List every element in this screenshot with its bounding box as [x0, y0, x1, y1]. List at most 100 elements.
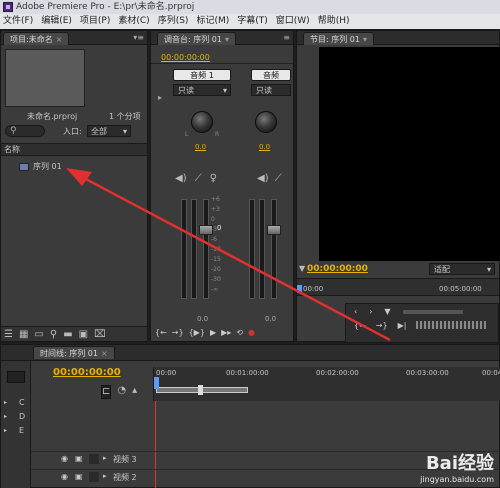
- keyframe-icon[interactable]: ◔: [117, 385, 126, 399]
- list-item[interactable]: 序列 01: [19, 161, 62, 173]
- expand-arrow-icon[interactable]: ▸: [103, 472, 107, 480]
- panel-menu-icon[interactable]: ≡: [283, 33, 290, 42]
- lock-icon[interactable]: ▣: [75, 454, 83, 463]
- snap-icon[interactable]: ⊏: [101, 385, 112, 399]
- menu-bar: 文件(F) 编辑(E) 项目(P) 素材(C) 序列(S) 标记(M) 字幕(T…: [0, 14, 500, 29]
- track2-pan-knob[interactable]: [255, 111, 277, 133]
- search-input[interactable]: ⚲: [5, 125, 45, 137]
- side-letter: D: [19, 412, 26, 421]
- track2-fader-handle[interactable]: [267, 225, 281, 235]
- menu-title[interactable]: 字幕(T): [237, 14, 268, 29]
- marker-icon[interactable]: ▴: [132, 385, 137, 399]
- track2-mode-dropdown[interactable]: 只读: [251, 84, 291, 96]
- timeline-tool-icons: ⊏ ◔ ▴: [101, 385, 137, 399]
- menu-help[interactable]: 帮助(H): [318, 14, 350, 29]
- mixer-timecode[interactable]: 00:00:00:00: [161, 53, 210, 62]
- go-to-out-icon[interactable]: →}: [172, 328, 184, 337]
- play-icon[interactable]: ▶: [210, 328, 216, 337]
- icon-view-icon[interactable]: ▦: [19, 329, 28, 340]
- name-column-header[interactable]: 名称: [1, 143, 147, 156]
- eye-icon[interactable]: ◉: [61, 472, 68, 481]
- solo-icon[interactable]: ⟋: [275, 173, 282, 185]
- menu-file[interactable]: 文件(F): [3, 14, 33, 29]
- program-timecode[interactable]: 00:00:00:00: [307, 264, 368, 274]
- expand-arrow-icon[interactable]: ▸: [103, 454, 107, 462]
- track2-pan-value[interactable]: 0.0: [259, 143, 270, 151]
- track-toggle[interactable]: [89, 472, 99, 482]
- marker-icon[interactable]: ▼: [299, 264, 305, 273]
- program-ruler[interactable]: 00:00 00:05:00:00: [297, 278, 499, 296]
- go-to-in-icon[interactable]: {←: [354, 321, 366, 330]
- eye-icon[interactable]: ◉: [61, 454, 68, 463]
- chevron-down-icon: ▾: [486, 265, 491, 274]
- list-view-icon[interactable]: ☰: [4, 329, 13, 340]
- chevron-down-icon[interactable]: ▾: [225, 35, 229, 44]
- menu-edit[interactable]: 编辑(E): [41, 14, 72, 29]
- go-to-in-icon[interactable]: {←: [155, 328, 167, 337]
- speaker-icon[interactable]: ◀): [175, 173, 187, 185]
- loop-icon[interactable]: ⟲: [236, 328, 243, 337]
- go-to-out-icon[interactable]: →}: [376, 321, 388, 330]
- solo-icon[interactable]: ⟋: [195, 173, 202, 185]
- new-item-icon[interactable]: ▣: [79, 329, 88, 340]
- track1-mode-value: 只读: [178, 86, 194, 95]
- selection-tool-button[interactable]: [7, 371, 25, 383]
- zoom-slider-handle[interactable]: [198, 385, 203, 395]
- playhead-marker[interactable]: [154, 377, 159, 389]
- ruler-start-label: 00:00: [303, 285, 324, 293]
- speaker-icon[interactable]: ◀): [257, 173, 269, 185]
- track1-pan-knob[interactable]: [191, 111, 213, 133]
- menu-clip[interactable]: 素材(C): [118, 14, 149, 29]
- close-icon[interactable]: ×: [101, 349, 108, 358]
- track1-pan-value[interactable]: 0.0: [195, 143, 206, 151]
- tab-audio-mixer-label: 调音台: 序列 01: [164, 35, 222, 44]
- fit-dropdown[interactable]: 适配 ▾: [429, 263, 495, 275]
- knob-left-label: L: [185, 131, 189, 138]
- tab-timeline[interactable]: 时间线: 序列 01 ×: [33, 346, 115, 359]
- track-toggle[interactable]: [89, 454, 99, 464]
- close-icon[interactable]: ×: [56, 35, 63, 44]
- program-video-area[interactable]: [319, 47, 500, 261]
- tab-program[interactable]: 节目: 序列 01 ▾: [303, 32, 374, 45]
- track1-meter-left: [181, 199, 187, 299]
- add-marker-icon[interactable]: ▼: [384, 307, 390, 316]
- automate-icon[interactable]: ▭: [34, 329, 43, 340]
- timeline-timecode[interactable]: 00:00:00:00: [53, 367, 121, 378]
- timeline-ruler[interactable]: 00:00 00:01:00:00 00:02:00:00 00:03:00:0…: [153, 367, 500, 401]
- side-letter: E: [19, 426, 25, 435]
- playhead-marker[interactable]: [297, 285, 302, 293]
- loop-play-icon[interactable]: ▶▸: [221, 328, 231, 337]
- tab-project[interactable]: 项目:未命名 ×: [3, 32, 70, 45]
- play-in-out-icon[interactable]: {▶}: [189, 328, 205, 337]
- in-dropdown[interactable]: 全部 ▾: [87, 125, 131, 137]
- track1-fader-track: [203, 199, 209, 299]
- trash-icon[interactable]: ⌧: [94, 329, 106, 340]
- project-filename: 未命名.prproj: [27, 112, 78, 121]
- thumbnail-preview: [5, 49, 85, 107]
- expand-arrow-icon[interactable]: ▸: [4, 399, 7, 406]
- expand-arrow-icon[interactable]: ▸: [4, 427, 7, 434]
- step-forward-icon[interactable]: ›: [369, 307, 372, 316]
- menu-window[interactable]: 窗口(W): [276, 14, 310, 29]
- lock-icon[interactable]: ▣: [75, 472, 83, 481]
- mixer-transport: {← →} {▶} ▶ ▶▸ ⟲ ●: [155, 328, 291, 337]
- fader-scale-mark: -20: [211, 266, 221, 273]
- menu-project[interactable]: 项目(P): [80, 14, 110, 29]
- record-icon[interactable]: ●: [248, 328, 255, 337]
- new-bin-icon[interactable]: ▬: [63, 329, 72, 340]
- find-icon[interactable]: ⚲: [50, 329, 57, 340]
- tab-audio-mixer[interactable]: 调音台: 序列 01 ▾: [157, 32, 236, 45]
- panel-menu-icon[interactable]: ▾≡: [133, 33, 144, 42]
- microphone-icon[interactable]: ♀: [210, 173, 217, 185]
- menu-sequence[interactable]: 序列(S): [158, 14, 189, 29]
- expand-arrow-icon[interactable]: ▸: [4, 413, 7, 420]
- play-in-out-icon[interactable]: ▶|: [398, 321, 407, 330]
- jog-wheel[interactable]: [416, 321, 487, 329]
- project-item-count: 1 个分项: [109, 112, 141, 121]
- expand-arrow-icon[interactable]: ▸: [158, 93, 162, 102]
- menu-marker[interactable]: 标记(M): [196, 14, 229, 29]
- shuttle-slider[interactable]: [402, 310, 463, 314]
- track1-mode-dropdown[interactable]: 只读 ▾: [173, 84, 231, 96]
- chevron-down-icon[interactable]: ▾: [363, 35, 367, 44]
- step-back-icon[interactable]: ‹: [354, 307, 357, 316]
